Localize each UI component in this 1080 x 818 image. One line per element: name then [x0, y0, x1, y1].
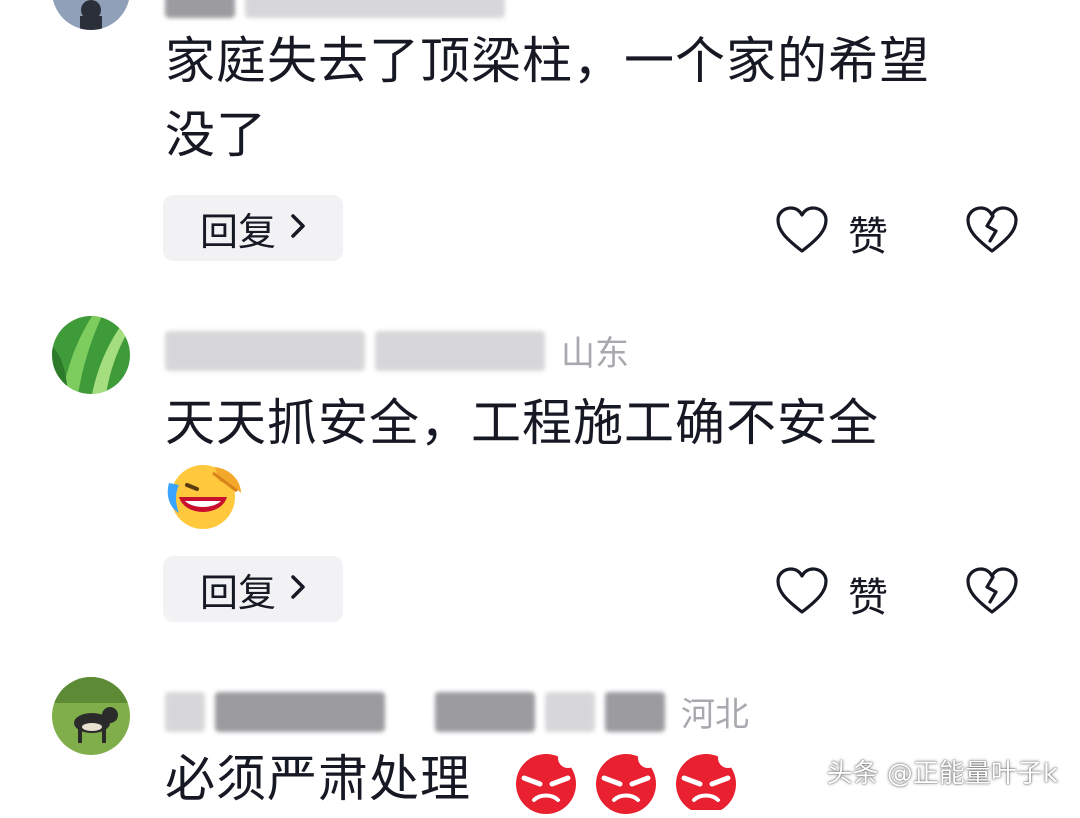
watermark: 头条 @正能量叶子k	[826, 759, 1058, 789]
comment-text-line: 必须严肃处理	[165, 750, 471, 808]
laughing-crying-emoji	[165, 463, 243, 537]
redacted-username	[165, 691, 205, 732]
redacted-time	[605, 691, 665, 732]
like-label[interactable]: 赞	[848, 565, 888, 623]
comment-meta: 山东	[165, 326, 629, 375]
comment-text-line: 没了	[165, 106, 267, 164]
redacted-time	[375, 330, 545, 371]
redacted-time	[245, 0, 505, 18]
angry-face-emoji	[590, 744, 664, 818]
reply-button[interactable]: 回复	[163, 195, 343, 261]
reply-label: 回复	[199, 209, 276, 254]
angry-face-emoji	[510, 744, 584, 818]
comment-text: 家庭失去了顶梁柱，一个家的希望 没了	[165, 24, 1035, 172]
redacted-username	[165, 330, 365, 371]
like-label[interactable]: 赞	[848, 204, 888, 262]
redacted-time	[435, 691, 535, 732]
redacted-time	[545, 691, 595, 732]
comment-meta: 河北	[165, 687, 749, 736]
chevron-right-icon	[290, 569, 306, 609]
chevron-right-icon	[290, 208, 306, 248]
redacted-username	[165, 0, 235, 18]
comment-text-line: 天天抓安全，工程施工确不安全	[165, 394, 879, 452]
redacted-username	[215, 691, 385, 732]
heart-outline-icon[interactable]	[775, 205, 829, 255]
reply-label: 回复	[199, 570, 276, 615]
comment-meta	[165, 0, 515, 18]
avatar[interactable]	[52, 0, 130, 30]
comment-text-line: 家庭失去了顶梁柱，一个家的希望	[165, 32, 930, 90]
avatar[interactable]	[52, 677, 130, 755]
heart-outline-icon[interactable]	[775, 566, 829, 616]
comment-text: 天天抓安全，工程施工确不安全	[165, 386, 1035, 460]
location-label: 河北	[681, 695, 749, 735]
broken-heart-icon[interactable]	[965, 566, 1019, 616]
angry-face-emoji	[670, 744, 744, 814]
broken-heart-icon[interactable]	[965, 205, 1019, 255]
avatar[interactable]	[52, 316, 130, 394]
reply-button[interactable]: 回复	[163, 556, 343, 622]
location-label: 山东	[561, 334, 629, 374]
